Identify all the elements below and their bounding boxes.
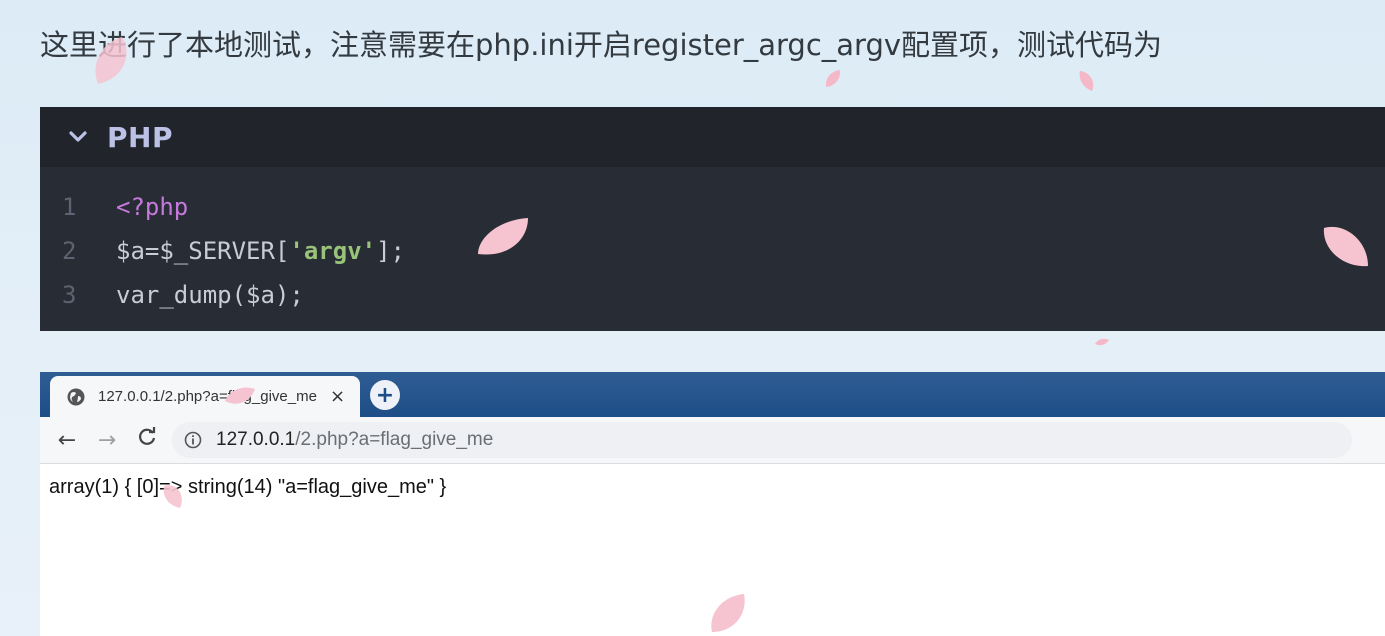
intro-paragraph: 这里进行了本地测试，注意需要在php.ini开启register_argc_ar…	[40, 28, 1163, 62]
code-token: ];	[376, 237, 405, 265]
close-icon[interactable]: ×	[330, 386, 345, 407]
petal-decoration	[1095, 338, 1109, 346]
url-text: 127.0.0.1/2.php?a=flag_give_me	[216, 429, 493, 451]
code-line: 2 $a=$_SERVER['argv'];	[40, 229, 1385, 273]
browser-screenshot: 127.0.0.1/2.php?a=flag_give_me × + ← → 1…	[40, 372, 1385, 636]
code-language-label: PHP	[107, 120, 173, 154]
browser-toolbar: ← → 127.0.0.1/2.php?a=flag_give_me	[40, 417, 1385, 464]
url-host: 127.0.0.1	[216, 429, 296, 450]
browser-tab[interactable]: 127.0.0.1/2.php?a=flag_give_me ×	[50, 376, 360, 417]
line-number: 2	[62, 237, 77, 265]
chevron-down-icon[interactable]	[67, 126, 89, 148]
line-number: 3	[62, 281, 77, 309]
code-block-header[interactable]: PHP	[40, 107, 1385, 167]
globe-icon	[66, 387, 86, 407]
back-arrow-icon[interactable]: ←	[52, 428, 82, 453]
code-block: PHP 1 <?php 2 $a=$_SERVER['argv']; 3 var…	[40, 107, 1385, 331]
page-output: array(1) { [0]=> string(14) "a=flag_give…	[49, 476, 447, 498]
code-token: $a=$_SERVER[	[116, 237, 290, 265]
line-number: 1	[62, 193, 77, 221]
browser-tab-bar: 127.0.0.1/2.php?a=flag_give_me × +	[40, 372, 1385, 417]
reload-icon[interactable]	[132, 427, 162, 453]
code-line: 1 <?php	[40, 185, 1385, 229]
tab-title: 127.0.0.1/2.php?a=flag_give_me	[98, 388, 317, 405]
code-line: 3 var_dump($a);	[40, 273, 1385, 317]
code-token: var_dump($a);	[116, 281, 304, 309]
info-icon[interactable]	[184, 431, 202, 449]
code-token: <?php	[116, 193, 189, 221]
url-path: /2.php?a=flag_give_me	[295, 429, 494, 450]
address-bar[interactable]: 127.0.0.1/2.php?a=flag_give_me	[172, 422, 1352, 458]
code-token-string: 'argv'	[289, 237, 377, 265]
code-body: 1 <?php 2 $a=$_SERVER['argv']; 3 var_dum…	[40, 167, 1385, 317]
forward-arrow-icon[interactable]: →	[92, 428, 122, 453]
petal-decoration	[825, 70, 841, 87]
petal-decoration	[1079, 71, 1094, 91]
new-tab-button[interactable]: +	[370, 380, 400, 410]
